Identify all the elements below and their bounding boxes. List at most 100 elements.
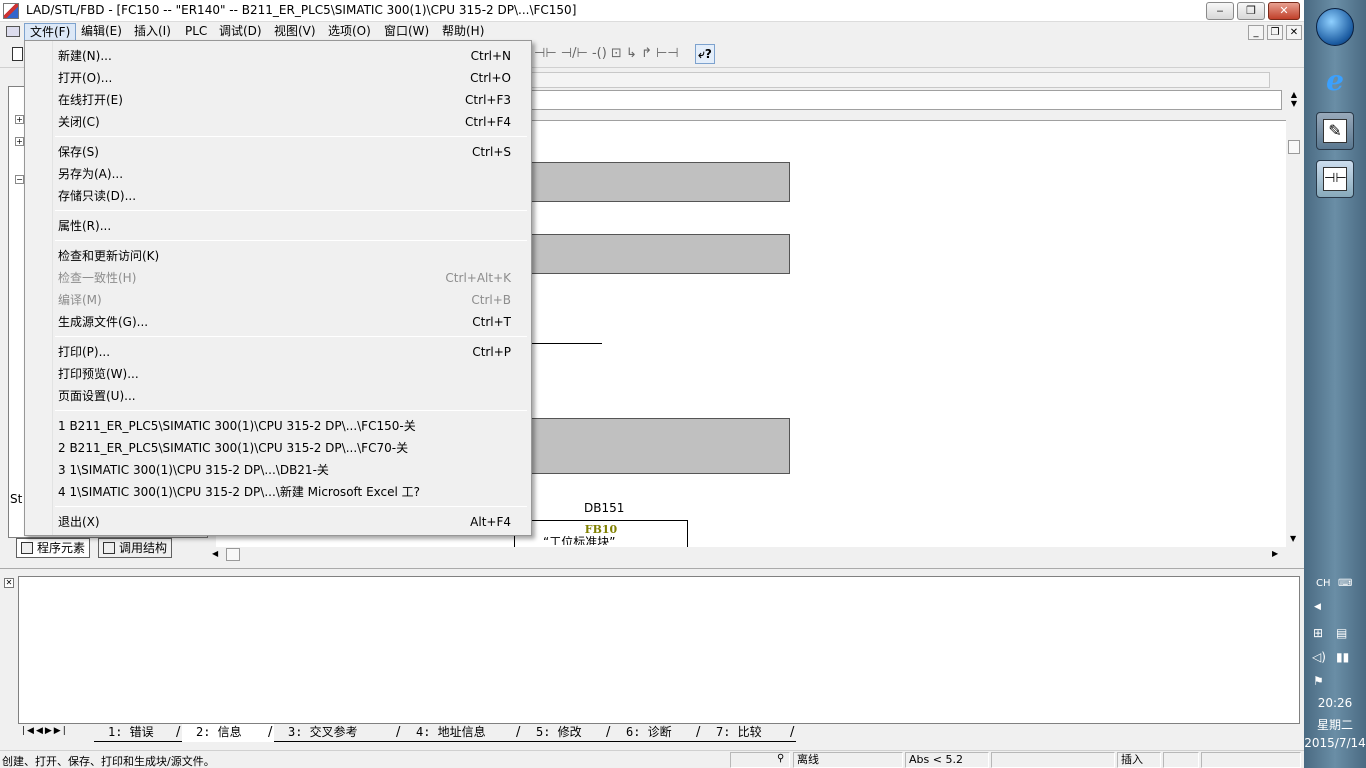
menu-options[interactable]: 选项(O) (323, 23, 376, 41)
volume-icon[interactable]: ◁) (1312, 650, 1326, 664)
file-menu-item[interactable]: 2 B211_ER_PLC5\SIMATIC 300(1)\CPU 315-2 … (58, 437, 408, 459)
tree-collapse-icon[interactable]: − (15, 175, 24, 184)
details-tab[interactable]: 2: 信息 (182, 724, 274, 742)
scroll-right-icon[interactable]: ▶ (1272, 549, 1278, 558)
details-tab[interactable]: 3: 交叉参考 (274, 724, 402, 742)
tree-expand-icon[interactable]: + (15, 137, 24, 146)
interface-spin-icon[interactable]: ▲ ▼ (1286, 90, 1302, 110)
start-button-icon[interactable] (1316, 8, 1354, 46)
scroll-thumb[interactable] (1288, 140, 1300, 154)
new-file-icon[interactable] (12, 47, 23, 61)
file-menu-item[interactable]: 页面设置(U)... (58, 385, 136, 407)
maximize-button[interactable]: ❐ (1237, 2, 1265, 20)
editor-horizontal-scrollbar[interactable]: ◀ ▶ (208, 547, 1286, 563)
tab-call-structure[interactable]: 调用结构 (98, 538, 173, 558)
close-button[interactable]: ✕ (1268, 2, 1300, 20)
input-language[interactable]: CH (1316, 578, 1331, 589)
details-tab[interactable]: 6: 诊断 (612, 724, 702, 742)
keyboard-icon[interactable]: ⌨ (1338, 578, 1352, 589)
menu-file[interactable]: 文件(F) (24, 23, 77, 41)
details-tab[interactable]: 5: 修改 (522, 724, 612, 742)
file-menu-item[interactable]: 4 1\SIMATIC 300(1)\CPU 315-2 DP\...\新建 M… (58, 481, 420, 503)
context-help-icon[interactable]: ⤶? (695, 44, 715, 64)
file-menu-item[interactable]: 打开(O)... (58, 67, 112, 89)
menu-help[interactable]: 帮助(H) (437, 23, 489, 41)
clock-weekday[interactable]: 星期二 (1304, 716, 1366, 733)
mdi-close-button[interactable]: ✕ (1286, 25, 1302, 40)
network-title-block[interactable] (530, 162, 790, 202)
tab-program-elements-label: 程序元素 (37, 541, 86, 555)
file-dropdown-menu: 新建(N)... Ctrl+N 打开(O)... Ctrl+O 在线打开(E) Ctrl+… (24, 40, 532, 536)
scroll-left-icon[interactable]: ◀ (212, 549, 218, 558)
network-comment-block[interactable] (530, 234, 790, 274)
file-menu-item[interactable]: 保存(S) (58, 141, 99, 163)
scroll-down-icon[interactable]: ▼ (1290, 534, 1296, 543)
fb-label: FB10 (584, 523, 618, 536)
ladder-element-icons[interactable]: ⊣⊢ ⊣/⊢ -() ⊡ ↳ ↱ ⊢⊣ (534, 46, 679, 61)
mdi-restore-button[interactable]: ❐ (1267, 25, 1283, 40)
file-menu-item[interactable]: 打印(P)... (58, 341, 110, 363)
lad-stl-fbd-icon[interactable]: ⊣⊢ (1316, 160, 1354, 198)
menu-shortcut: Ctrl+S (471, 145, 511, 159)
file-menu-item[interactable]: 生成源文件(G)... (58, 311, 148, 333)
details-tab[interactable]: 7: 比较 (702, 724, 796, 742)
menu-debug[interactable]: 调试(D) (214, 23, 267, 41)
flag-icon[interactable]: ⚑ (1313, 674, 1324, 688)
file-menu-item: 检查一致性(H) (58, 271, 137, 285)
file-menu-item: 编译(M) (58, 293, 102, 307)
fb-call-box[interactable]: FB10 “工位标准块” (514, 520, 688, 550)
action-center-icon[interactable]: ⊞ (1313, 626, 1323, 640)
file-menu-item[interactable]: 新建(N)... (58, 45, 112, 67)
splitter[interactable] (0, 568, 1304, 574)
mdi-doc-icon[interactable] (6, 26, 20, 37)
window-title: LAD/STL/FBD - [FC150 -- "ER140" -- B211_… (26, 3, 577, 17)
menu-shortcut: Ctrl+B (471, 293, 511, 307)
panel-close-icon[interactable]: ✕ (4, 578, 14, 588)
simatic-manager-icon[interactable]: ✎ (1316, 112, 1354, 150)
file-menu-item[interactable]: 关闭(C) (58, 111, 100, 133)
file-menu-item[interactable]: 检查和更新访问(K) (58, 245, 159, 267)
scroll-thumb[interactable] (226, 548, 240, 561)
network-icon[interactable]: ▮▮ (1336, 650, 1349, 664)
tab-divider: / (396, 725, 401, 740)
menu-separator (55, 336, 527, 337)
app-icon[interactable] (3, 3, 19, 19)
menu-shortcut: Ctrl+O (470, 71, 511, 85)
file-menu-item[interactable]: 退出(X) (58, 511, 100, 533)
details-tab[interactable]: 4: 地址信息 (402, 724, 522, 742)
show-hidden-icons-icon[interactable]: ◀ (1314, 602, 1321, 612)
details-tab[interactable]: 1: 错误 (94, 724, 182, 742)
tab-program-elements[interactable]: 程序元素 (16, 538, 91, 558)
editor-vertical-scrollbar[interactable]: ▼ (1286, 120, 1302, 547)
tree-expand-icon[interactable]: + (15, 115, 24, 124)
file-menu-item[interactable]: 3 1\SIMATIC 300(1)\CPU 315-2 DP\...\DB21… (58, 459, 329, 481)
menu-plc[interactable]: PLC (180, 23, 212, 41)
tab-scroll-arrows-icon[interactable]: |◀◀▶▶| (22, 726, 68, 736)
menu-view[interactable]: 视图(V) (269, 23, 321, 41)
file-menu-item[interactable]: 另存为(A)... (58, 163, 123, 185)
menu-shortcut: Ctrl+Alt+K (445, 271, 511, 285)
clock-time[interactable]: 20:26 (1304, 696, 1366, 710)
internet-explorer-icon[interactable]: e (1320, 66, 1350, 96)
network-status-icon: ⚲ (777, 753, 785, 764)
menu-shortcut: Ctrl+F4 (465, 115, 511, 129)
minimize-button[interactable]: ‒ (1206, 2, 1234, 20)
file-menu-item[interactable]: 1 B211_ER_PLC5\SIMATIC 300(1)\CPU 315-2 … (58, 415, 416, 437)
clock-date[interactable]: 2015/7/14 (1304, 736, 1366, 750)
status-bar: 创建、打开、保存、打印和生成块/源文件。 ⚲ 离线 Abs < 5.2 插入 (0, 750, 1304, 768)
details-output-panel[interactable] (18, 576, 1300, 724)
tab-divider: / (606, 725, 611, 740)
file-menu-item[interactable]: 在线打开(E) (58, 89, 123, 111)
device-icon[interactable]: ▤ (1336, 626, 1347, 640)
file-menu-item[interactable]: 存储只读(D)... (58, 185, 136, 207)
simatic-glyph-icon: ✎ (1323, 119, 1347, 143)
menu-window[interactable]: 窗口(W) (379, 23, 434, 41)
file-menu-item[interactable]: 打印预览(W)... (58, 363, 139, 385)
editor-interface-bar[interactable] (530, 90, 1282, 110)
file-menu-item[interactable]: 属性(R)... (58, 215, 111, 237)
mdi-minimize-button[interactable]: _ (1248, 25, 1264, 40)
status-empty-cell (991, 752, 1115, 768)
menu-insert[interactable]: 插入(I) (129, 23, 176, 41)
network-comment-block[interactable] (530, 418, 790, 474)
menu-edit[interactable]: 编辑(E) (76, 23, 127, 41)
